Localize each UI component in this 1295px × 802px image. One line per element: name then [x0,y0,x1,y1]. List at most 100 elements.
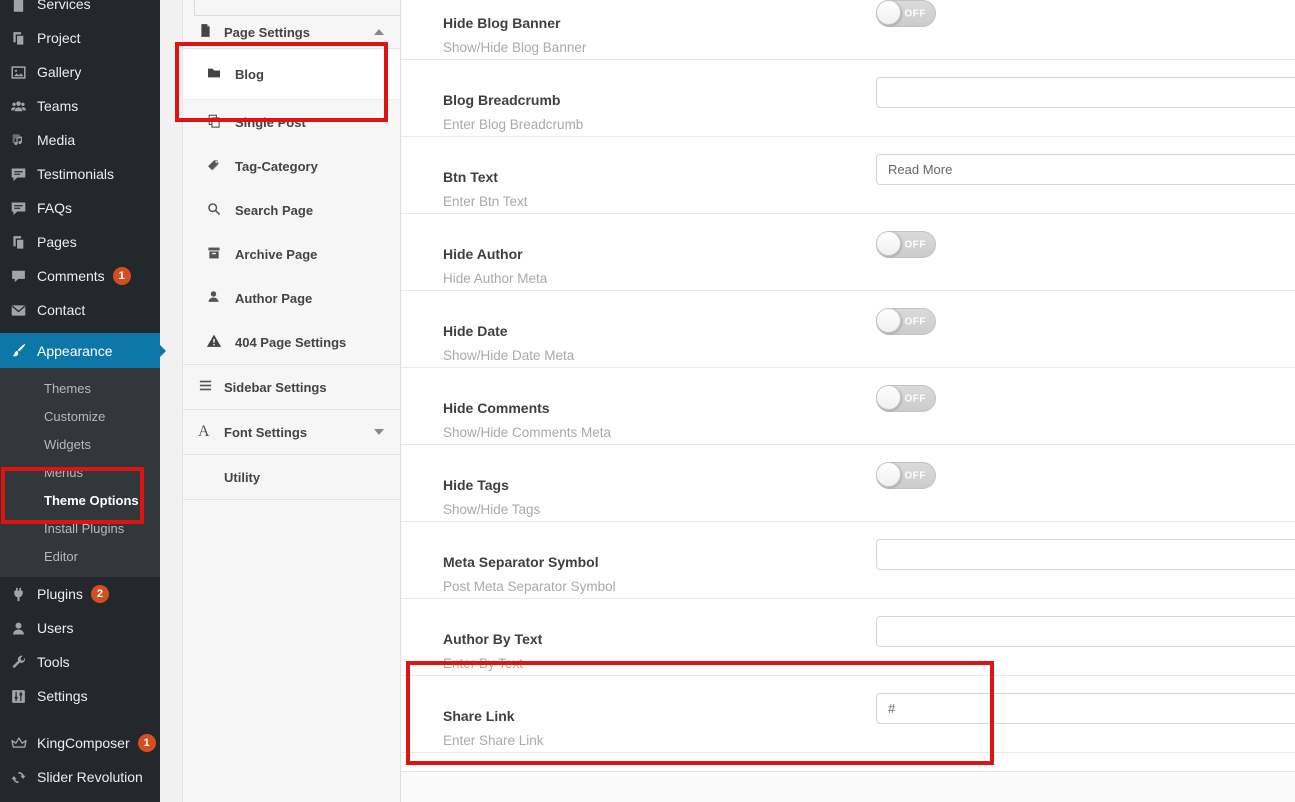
btn-text-input[interactable] [876,154,1295,185]
submenu-item-themes[interactable]: Themes [0,375,160,403]
sidebar-item-plugins[interactable]: Plugins 2 [0,577,160,611]
comment-bubble-icon [0,268,37,285]
submenu-item-editor[interactable]: Editor [0,543,160,571]
nav-item-search-page[interactable]: Search Page [183,188,400,232]
nav-item-label: Search Page [235,203,313,218]
chevron-up-icon[interactable] [374,29,384,35]
wordpress-admin-screen: Hide Blog Banner Show/Hide Blog Banner O… [0,0,1295,802]
setting-label: Hide Tags [443,477,1295,493]
sidebar-item-label: Teams [37,98,78,114]
nav-item-single-post[interactable]: Single Post [183,100,400,144]
toggle-knob [876,462,901,487]
sidebar-item-media[interactable]: Media [0,123,160,157]
nav-item-blog[interactable]: Blog [183,49,400,100]
hide-comments-toggle[interactable]: OFF [876,385,936,412]
sidebar-item-contact[interactable]: Contact [0,293,160,327]
sidebar-item-label: Project [37,30,81,46]
nav-item-label: Archive Page [235,247,317,262]
toggle-knob [876,0,901,25]
sidebar-item-label: Appearance [37,343,113,359]
sidebar-item-label: Plugins [37,586,83,602]
share-link-input[interactable] [876,693,1295,724]
setting-row-btn-text: Btn Text Enter Btn Text [400,137,1295,214]
nav-item-author-page[interactable]: Author Page [183,276,400,320]
sidebar-item-label: KingComposer [37,735,130,751]
nav-group-font-settings[interactable]: A Font Settings [183,409,400,454]
setting-description: Show/Hide Blog Banner [443,40,1295,55]
setting-row-hide-blog-banner: Hide Blog Banner Show/Hide Blog Banner O… [400,0,1295,60]
admin-sidebar: Services Project Gallery Teams Media Tes [0,0,160,802]
sidebar-item-label: Tools [37,654,70,670]
blog-breadcrumb-input[interactable] [876,77,1295,108]
meta-separator-input[interactable] [876,539,1295,570]
sidebar-item-label: Users [37,620,74,636]
sidebar-item-slider-revolution[interactable]: Slider Revolution [0,760,160,794]
sidebar-item-services[interactable]: Services [0,0,160,21]
setting-row-share-link: Share Link Enter Share Link [400,676,1295,753]
sidebar-item-tools[interactable]: Tools [0,645,160,679]
crown-icon [0,734,37,752]
nav-item-label: Single Post [235,115,306,130]
hamburger-icon [198,378,224,396]
submenu-item-customize[interactable]: Customize [0,403,160,431]
hide-blog-banner-toggle[interactable]: OFF [876,0,936,27]
letter-a-icon: A [198,423,224,441]
sliders-icon [0,688,37,705]
setting-description: Show/Hide Comments Meta [443,425,1295,440]
setting-description: Hide Author Meta [443,271,1295,286]
wrench-icon [0,654,37,671]
submenu-item-theme-options[interactable]: Theme Options [0,487,160,515]
setting-label: Hide Date [443,323,1295,339]
sidebar-item-appearance[interactable]: Appearance [0,333,160,368]
setting-row-author-by-text: Author By Text Enter By Text [400,599,1295,676]
setting-description: Show/Hide Date Meta [443,348,1295,363]
rotate-arrows-icon [0,769,37,786]
sidebar-item-settings[interactable]: Settings [0,679,160,713]
sidebar-item-faqs[interactable]: FAQs [0,191,160,225]
hide-date-toggle[interactable]: OFF [876,308,936,335]
submenu-item-menus[interactable]: Menus [0,459,160,487]
sidebar-item-project[interactable]: Project [0,21,160,55]
setting-row-hide-comments: Hide Comments Show/Hide Comments Meta OF… [400,368,1295,445]
sidebar-item-pages[interactable]: Pages [0,225,160,259]
sidebar-item-gallery[interactable]: Gallery [0,55,160,89]
sidebar-item-label: FAQs [37,200,72,216]
sidebar-item-label: Settings [37,688,88,704]
nav-group-sidebar-settings[interactable]: Sidebar Settings [183,364,400,409]
setting-row-meta-separator: Meta Separator Symbol Post Meta Separato… [400,522,1295,599]
plugins-count-badge: 2 [91,585,109,603]
submenu-item-install-plugins[interactable]: Install Plugins [0,515,160,543]
sidebar-item-teams[interactable]: Teams [0,89,160,123]
author-by-text-input[interactable] [876,616,1295,647]
sidebar-item-testimonials[interactable]: Testimonials [0,157,160,191]
nav-item-archive-page[interactable]: Archive Page [183,232,400,276]
hide-author-toggle[interactable]: OFF [876,231,936,258]
nav-group-utility[interactable]: Utility [183,454,400,500]
testimonial-bubble-icon [0,166,37,183]
chevron-down-icon[interactable] [374,429,384,435]
toggle-state-label: OFF [905,470,927,481]
person-icon [206,289,235,307]
warning-icon [206,333,235,352]
sidebar-item-comments[interactable]: Comments 1 [0,259,160,293]
toggle-state-label: OFF [905,239,927,250]
submenu-item-widgets[interactable]: Widgets [0,431,160,459]
folder-icon [206,65,235,84]
sidebar-item-users[interactable]: Users [0,611,160,645]
toggle-state-label: OFF [905,316,927,327]
setting-label: Hide Author [443,246,1295,262]
media-icon [0,132,37,149]
sidebar-item-kingcomposer[interactable]: KingComposer 1 [0,726,160,760]
nav-item-tag-category[interactable]: Tag-Category [183,144,400,188]
sidebar-item-label: Comments [37,268,105,284]
teams-icon [0,98,37,115]
nav-item-label: Author Page [235,291,312,306]
setting-description: Post Meta Separator Symbol [443,579,1295,594]
faq-bubble-icon [0,200,37,217]
comments-count-badge: 1 [113,267,131,285]
nav-group-page-settings[interactable]: Page Settings [183,16,400,49]
setting-description: Enter Btn Text [443,194,1295,209]
hide-tags-toggle[interactable]: OFF [876,462,936,489]
nav-item-404-page-settings[interactable]: 404 Page Settings [183,320,400,364]
setting-description: Enter Blog Breadcrumb [443,117,1295,132]
